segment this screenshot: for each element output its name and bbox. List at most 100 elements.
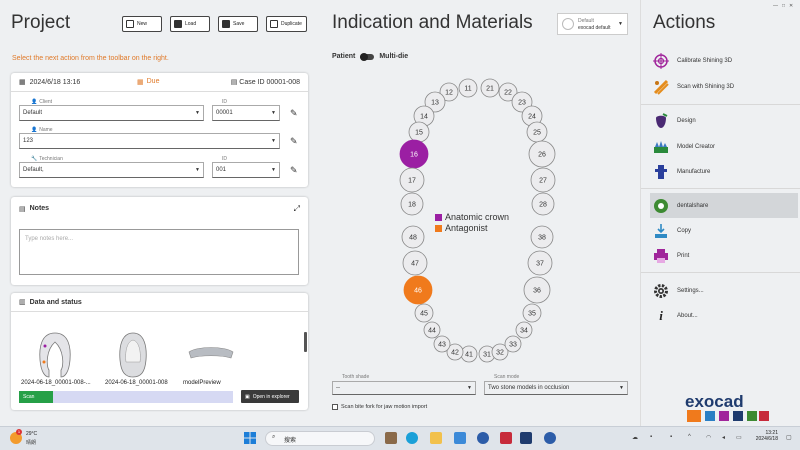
action-settings[interactable]: Settings... (653, 281, 799, 301)
tooth-15[interactable]: 15 (408, 121, 430, 143)
clock[interactable]: 13:21 2024/6/18 (748, 430, 778, 442)
chevron-down-icon: ▼ (271, 138, 276, 144)
tray-icon[interactable]: ▪ (670, 434, 672, 440)
tooth-number: 34 (520, 328, 528, 335)
tooth-47[interactable]: 47 (402, 250, 428, 276)
load-button[interactable]: Load (170, 16, 210, 32)
case-header: ▦ 2024/6/18 13:16 ▦ Due ▤ Case ID 00001-… (11, 73, 308, 92)
action-about[interactable]: i About... (653, 306, 799, 326)
tooth-number: 38 (538, 235, 546, 242)
tooth-number: 22 (504, 90, 512, 97)
app-icon[interactable] (385, 432, 397, 444)
data-scrollbar[interactable] (304, 332, 307, 352)
tooth-28[interactable]: 28 (531, 192, 555, 216)
edit-name-icon[interactable]: ✎ (290, 137, 298, 146)
notification-icon[interactable]: ▢ (786, 434, 792, 441)
hint-text: Select the next action from the toolbar … (12, 55, 169, 62)
tray-icon[interactable]: ▪ (650, 434, 652, 440)
tooth-43[interactable]: 43 (433, 335, 451, 353)
expand-icon[interactable]: ⤢ (294, 204, 300, 214)
file-explorer-icon[interactable] (430, 432, 442, 444)
taskbar-search[interactable]: ⌕ 搜索 (265, 431, 375, 446)
open-in-explorer-button[interactable]: ▣ Open in explorer (241, 390, 299, 403)
tooth-45[interactable]: 45 (414, 303, 434, 323)
action-print[interactable]: Print (653, 246, 799, 266)
tooth-number: 21 (486, 86, 494, 93)
patient-multidie-toggle[interactable]: Patient Multi-die (332, 52, 408, 61)
scan-thumbnail-1[interactable] (25, 330, 85, 380)
scan-bite-fork-checkbox[interactable]: Scan bite fork for jaw motion import (332, 404, 427, 410)
action-scan[interactable]: Scan with Shining 3D (653, 77, 799, 97)
folder-icon (174, 20, 182, 28)
tooth-number: 26 (538, 152, 546, 159)
tooth-16[interactable]: 16 (399, 139, 429, 169)
scan-mode-select[interactable]: Scan mode Two stone models in occlusion ▼ (484, 374, 628, 395)
tooth-21[interactable]: 21 (480, 78, 500, 98)
model-preview-thumbnail[interactable] (181, 330, 241, 380)
tooth-33[interactable]: 33 (504, 335, 522, 353)
chevron-down-icon: ▼ (195, 167, 200, 173)
action-dentalshare[interactable]: dentalshare (650, 193, 798, 218)
duplicate-button[interactable]: Duplicate (266, 16, 307, 32)
tooth-11[interactable]: 11 (458, 78, 478, 98)
tooth-shade-select[interactable]: Tooth shade -- ▼ (332, 374, 476, 395)
save-button[interactable]: Save (218, 16, 258, 32)
notes-input[interactable]: Type notes here... (19, 229, 299, 275)
chart-icon: ▥ (19, 299, 26, 306)
tooth-34[interactable]: 34 (515, 321, 533, 339)
action-calibrate[interactable]: Calibrate Shining 3D (653, 51, 799, 71)
tooth-48[interactable]: 48 (401, 225, 425, 249)
app-icon[interactable] (544, 432, 556, 444)
scan-thumbnail-2[interactable] (103, 330, 163, 380)
tooth-46[interactable]: 46 (403, 275, 433, 305)
windows-start-icon[interactable] (244, 432, 256, 444)
exocad-taskbar-icon[interactable] (520, 432, 532, 444)
tooth-27[interactable]: 27 (530, 167, 556, 193)
cloud-icon[interactable]: ☁ (632, 434, 638, 441)
divider (641, 272, 800, 273)
volume-icon[interactable]: ◂ (722, 434, 725, 441)
legend-swatch (435, 213, 442, 221)
checkbox[interactable] (332, 404, 338, 410)
chevron-up-icon[interactable]: ^ (688, 434, 691, 440)
app-icon[interactable] (454, 432, 466, 444)
material-select[interactable]: Default exocad default ▼ (557, 13, 628, 35)
action-copy[interactable]: Copy (653, 221, 799, 241)
tooth-36[interactable]: 36 (523, 276, 551, 304)
project-panel: Project New Load Save Duplicate Select t… (0, 0, 318, 426)
tooth-38[interactable]: 38 (530, 225, 554, 249)
due-date[interactable]: ▦ Due (137, 78, 159, 86)
close-icon[interactable]: ✕ (789, 3, 793, 9)
battery-icon[interactable]: ▭ (736, 434, 742, 441)
tooth-26[interactable]: 26 (528, 140, 556, 168)
action-design[interactable]: Design (653, 111, 799, 131)
legend-item-antagonist: Antagonist (435, 223, 509, 233)
chevron-down-icon: ▼ (618, 21, 623, 27)
case-icon: ▤ (230, 79, 238, 86)
tooth-number: 16 (410, 152, 418, 159)
gear-icon (654, 284, 668, 298)
new-button[interactable]: New (122, 16, 162, 32)
edge-icon[interactable] (406, 432, 418, 444)
tooth-number: 36 (533, 288, 541, 295)
action-manufacture[interactable]: Manufacture (653, 162, 799, 182)
app-icon[interactable] (477, 432, 489, 444)
tooth-18[interactable]: 18 (400, 192, 424, 216)
model-creator-icon (654, 141, 668, 153)
maximize-icon[interactable]: □ (782, 3, 785, 9)
tooth-25[interactable]: 25 (526, 121, 548, 143)
design-icon (656, 113, 668, 128)
app-icon[interactable] (500, 432, 512, 444)
toggle-switch[interactable] (360, 52, 375, 61)
wifi-icon[interactable]: ◠ (706, 434, 711, 441)
tooth-41[interactable]: 41 (460, 345, 478, 363)
tooth-17[interactable]: 17 (399, 167, 425, 193)
tooth-37[interactable]: 37 (527, 250, 553, 276)
tooth-44[interactable]: 44 (423, 321, 441, 339)
edit-client-icon[interactable]: ✎ (290, 109, 298, 118)
tooth-35[interactable]: 35 (522, 303, 542, 323)
minimize-icon[interactable]: — (773, 3, 778, 9)
action-model-creator[interactable]: Model Creator (653, 137, 799, 157)
target-icon (653, 53, 669, 69)
edit-technician-icon[interactable]: ✎ (290, 166, 298, 175)
